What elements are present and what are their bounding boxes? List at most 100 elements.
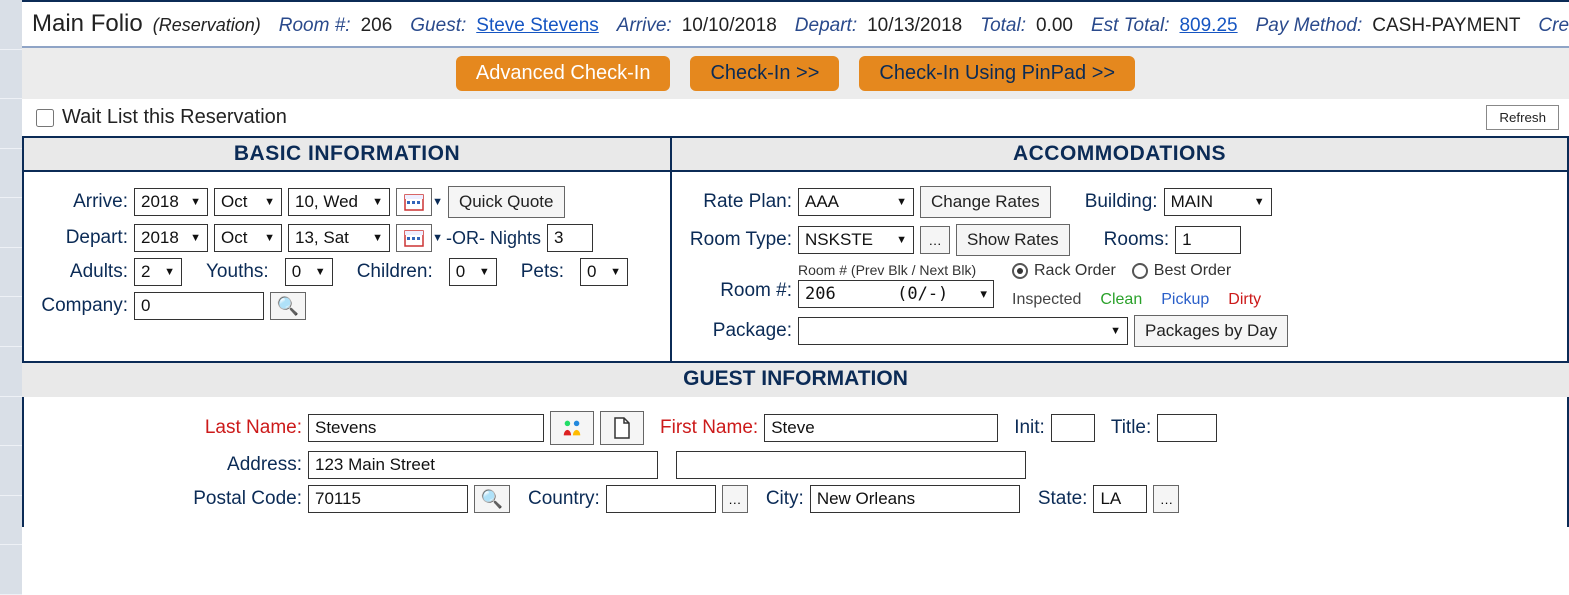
last-name-input[interactable] (308, 414, 544, 442)
accommodations-panel: ACCOMMODATIONS Rate Plan: AAA▼ Change Ra… (670, 136, 1569, 363)
company-input[interactable] (134, 292, 264, 320)
postal-lookup-button[interactable]: 🔍 (474, 485, 510, 513)
status-pickup: Pickup (1161, 291, 1209, 308)
show-rates-button[interactable]: Show Rates (956, 224, 1070, 256)
depart-label: Depart: (787, 15, 857, 37)
checkin-button[interactable]: Check-In >> (690, 56, 839, 91)
refresh-button[interactable]: Refresh (1486, 105, 1559, 130)
room-type-select[interactable]: NSKSTE▼ (798, 226, 914, 254)
calendar-icon (404, 229, 424, 247)
guest-profile-button[interactable] (550, 411, 594, 445)
basic-info-header: BASIC INFORMATION (24, 138, 670, 172)
first-name-input[interactable] (764, 414, 998, 442)
room-value: 206 (361, 15, 393, 37)
rate-plan-select[interactable]: AAA▼ (798, 188, 914, 216)
depart-value: 10/13/2018 (867, 15, 962, 37)
quick-quote-button[interactable]: Quick Quote (448, 186, 565, 218)
status-dirty: Dirty (1228, 291, 1261, 308)
action-bar: Advanced Check-In Check-In >> Check-In U… (22, 48, 1569, 99)
folio-subtitle: (Reservation) (153, 15, 261, 36)
left-gutter (0, 0, 22, 595)
radio-icon (1012, 263, 1028, 279)
folio-summary: Main Folio (Reservation) Room #: 206 Gue… (22, 2, 1569, 46)
guest-info-panel: Last Name: First Name: Init: Title: Addr… (22, 397, 1569, 527)
checkin-pinpad-button[interactable]: Check-In Using PinPad >> (859, 56, 1135, 91)
guest-label: Guest: (402, 15, 466, 37)
city-input[interactable] (810, 485, 1020, 513)
children-lbl: Children: (357, 261, 433, 283)
total-label: Total: (972, 15, 1026, 37)
arrive-calendar-button[interactable]: ▼ (396, 188, 432, 216)
waitlist-label: Wait List this Reservation (62, 106, 287, 129)
state-lbl: State: (1038, 488, 1088, 510)
arrive-month-select[interactable]: Oct▼ (214, 188, 282, 216)
credit-limit-label: Credit Li (1530, 15, 1569, 37)
arrive-lbl: Arrive: (36, 191, 128, 213)
room-no-select[interactable]: 206 (0/-)▼ (798, 280, 994, 308)
arrive-year-select[interactable]: 2018▼ (134, 188, 208, 216)
postal-input[interactable] (308, 485, 468, 513)
init-input[interactable] (1051, 414, 1095, 442)
youths-select[interactable]: 0▼ (285, 258, 333, 286)
change-rates-button[interactable]: Change Rates (920, 186, 1051, 218)
status-clean: Clean (1100, 291, 1142, 308)
arrive-label: Arrive: (609, 15, 672, 37)
est-total-label: Est Total: (1083, 15, 1170, 37)
packages-by-day-button[interactable]: Packages by Day (1134, 315, 1288, 347)
depart-year-select[interactable]: 2018▼ (134, 224, 208, 252)
waitlist-checkbox[interactable] (36, 109, 54, 127)
depart-lbl: Depart: (36, 227, 128, 249)
guest-link[interactable]: Steve Stevens (476, 15, 599, 37)
title-input[interactable] (1157, 414, 1217, 442)
children-select[interactable]: 0▼ (449, 258, 497, 286)
pets-select[interactable]: 0▼ (580, 258, 628, 286)
company-lbl: Company: (36, 295, 128, 317)
pets-lbl: Pets: (521, 261, 564, 283)
room-type-lbl: Room Type: (684, 229, 792, 251)
adults-lbl: Adults: (36, 261, 128, 283)
est-total-link[interactable]: 809.25 (1179, 15, 1237, 37)
room-no-lbl: Room #: (684, 262, 792, 302)
rooms-lbl: Rooms: (1104, 229, 1169, 251)
depart-month-select[interactable]: Oct▼ (214, 224, 282, 252)
package-lbl: Package: (684, 320, 792, 342)
depart-calendar-button[interactable]: ▼ (396, 224, 432, 252)
postal-lbl: Postal Code: (36, 488, 302, 510)
ellipsis-icon: … (728, 492, 741, 507)
new-guest-button[interactable] (600, 411, 644, 445)
package-select[interactable]: ▼ (798, 317, 1128, 345)
rooms-input[interactable] (1175, 226, 1241, 254)
depart-day-select[interactable]: 13, Sat▼ (288, 224, 390, 252)
document-icon (613, 417, 631, 439)
address2-input[interactable] (676, 451, 1026, 479)
company-lookup-button[interactable]: 🔍 (270, 292, 306, 320)
city-lbl: City: (766, 488, 804, 510)
search-icon: 🔍 (481, 489, 503, 510)
ellipsis-icon: … (928, 233, 941, 248)
first-name-lbl: First Name: (660, 417, 758, 439)
country-more-button[interactable]: … (722, 485, 748, 513)
status-inspected: Inspected (1012, 291, 1081, 308)
building-select[interactable]: MAIN▼ (1164, 188, 1272, 216)
state-more-button[interactable]: … (1153, 485, 1179, 513)
state-input[interactable] (1093, 485, 1147, 513)
pay-method-label: Pay Method: (1248, 15, 1363, 37)
country-lbl: Country: (528, 488, 600, 510)
building-lbl: Building: (1085, 191, 1158, 213)
rack-order-radio[interactable]: Rack Order (1012, 262, 1116, 280)
rate-plan-lbl: Rate Plan: (684, 191, 792, 213)
country-input[interactable] (606, 485, 716, 513)
pay-method-value: CASH-PAYMENT (1372, 15, 1520, 37)
arrive-day-select[interactable]: 10, Wed▼ (288, 188, 390, 216)
address1-input[interactable] (308, 451, 658, 479)
search-icon: 🔍 (277, 296, 299, 317)
total-value: 0.00 (1036, 15, 1073, 37)
nights-input[interactable] (547, 224, 593, 252)
title-lbl: Title: (1111, 417, 1151, 439)
room-label: Room #: (271, 15, 351, 37)
adults-select[interactable]: 2▼ (134, 258, 182, 286)
advanced-checkin-button[interactable]: Advanced Check-In (456, 56, 671, 91)
best-order-radio[interactable]: Best Order (1132, 262, 1231, 280)
address-lbl: Address: (36, 454, 302, 476)
room-type-more-button[interactable]: … (920, 226, 950, 254)
